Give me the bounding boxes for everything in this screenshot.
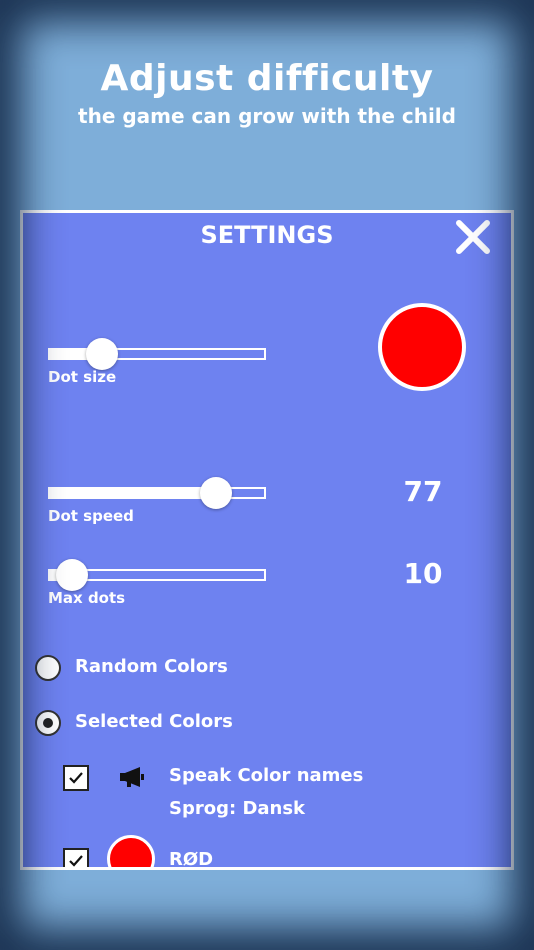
dot-speed-value: 77 xyxy=(403,475,443,508)
settings-title: SETTINGS xyxy=(200,221,334,249)
selected-colors-label[interactable]: Selected Colors xyxy=(75,711,233,732)
checkmark-icon xyxy=(69,855,83,867)
settings-panel: SETTINGS Dot size Dot speed 77 Max dots … xyxy=(20,210,514,870)
speak-color-names-label[interactable]: Speak Color names xyxy=(169,765,363,786)
slider-fill xyxy=(50,489,217,497)
subheadline: the game can grow with the child xyxy=(78,104,456,128)
color-swatch-rod xyxy=(107,835,155,867)
dot-speed-slider[interactable] xyxy=(48,477,268,509)
dot-size-preview xyxy=(378,303,466,391)
checkmark-icon xyxy=(69,772,83,784)
dot-size-label: Dot size xyxy=(48,368,117,386)
close-icon xyxy=(456,220,490,254)
megaphone-icon xyxy=(120,767,144,787)
language-label[interactable]: Sprog: Dansk xyxy=(169,798,305,819)
max-dots-slider[interactable] xyxy=(48,559,268,591)
speak-color-names-checkbox[interactable] xyxy=(63,765,89,791)
selected-colors-radio[interactable] xyxy=(35,710,61,736)
max-dots-label: Max dots xyxy=(48,589,126,607)
radio-dot xyxy=(43,718,53,728)
dot-speed-label: Dot speed xyxy=(48,507,134,525)
max-dots-value: 10 xyxy=(403,557,443,590)
color-rod-checkbox[interactable] xyxy=(63,848,89,867)
dot-size-slider[interactable] xyxy=(48,338,268,370)
slider-thumb[interactable] xyxy=(55,559,88,591)
random-colors-label[interactable]: Random Colors xyxy=(75,656,228,677)
random-colors-radio[interactable] xyxy=(35,655,61,681)
headline: Adjust difficulty xyxy=(100,58,434,99)
slider-thumb[interactable] xyxy=(200,477,233,509)
slider-thumb[interactable] xyxy=(85,338,118,370)
color-name-label: RØD xyxy=(169,849,214,870)
close-button[interactable] xyxy=(455,219,491,255)
